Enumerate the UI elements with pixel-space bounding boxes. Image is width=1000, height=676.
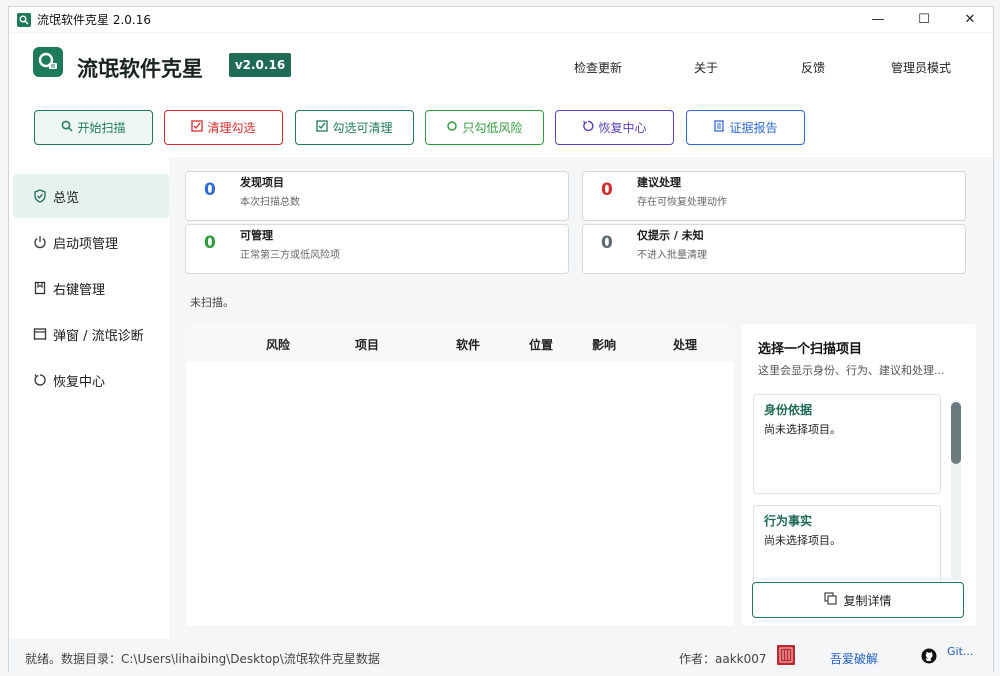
- detail-section-title: 行为事实: [764, 514, 813, 528]
- checkbox-icon: [316, 120, 329, 135]
- circle-icon: [446, 120, 458, 135]
- sidebar-item-label: 弹窗 / 流氓诊断: [53, 328, 144, 344]
- clean-checked-label: 清理勾选: [207, 121, 256, 135]
- detail-section-text: 尚未选择项目。: [764, 534, 841, 547]
- scrollbar-thumb[interactable]: [951, 402, 961, 464]
- stat-card-found: 0 发现项目 本次扫描总数: [185, 171, 569, 221]
- detail-scrollbar[interactable]: [951, 400, 961, 580]
- detail-section-text: 尚未选择项目。: [764, 423, 841, 436]
- toolbar: 开始扫描 清理勾选 勾选可清理 只勾低风险 恢复中心 证据报告: [9, 99, 993, 157]
- stat-title: 仅提示 / 未知: [637, 229, 704, 242]
- check-low-risk-button[interactable]: 只勾低风险: [425, 110, 544, 145]
- table-header: 风险 项目 软件 位置 影响 处理: [186, 324, 734, 362]
- results-table[interactable]: 风险 项目 软件 位置 影响 处理: [186, 324, 734, 626]
- version-badge: v2.0.16: [229, 53, 291, 77]
- sidebar: 总览 启动项管理 右键管理 弹窗 / 流氓诊断 恢复中心: [9, 157, 169, 639]
- github-icon[interactable]: [921, 648, 937, 667]
- about-link[interactable]: 关于: [694, 59, 718, 76]
- sidebar-item-context-menu[interactable]: 右键管理: [13, 266, 169, 310]
- search-icon: [61, 120, 74, 135]
- detail-section-identity: 身份依据 尚未选择项目。: [753, 394, 941, 494]
- sidebar-item-restore-center[interactable]: 恢复中心: [13, 358, 169, 402]
- app-name: 流氓软件克星: [77, 57, 203, 81]
- detail-section-title: 身份依据: [764, 403, 813, 417]
- 52pojie-link[interactable]: 吾爱破解: [830, 650, 878, 667]
- stat-value: 0: [601, 233, 613, 253]
- scan-status: 未扫描。: [190, 296, 234, 309]
- check-cleanable-label: 勾选可清理: [332, 121, 393, 135]
- stat-value: 0: [204, 180, 216, 200]
- sidebar-item-label: 恢复中心: [53, 374, 106, 390]
- sidebar-item-popup-diagnosis[interactable]: 弹窗 / 流氓诊断: [13, 312, 169, 356]
- maximize-button[interactable]: ☐: [901, 7, 947, 32]
- stat-card-manageable: 0 可管理 正常第三方或低风险项: [185, 224, 569, 274]
- stat-title: 发现项目: [240, 176, 284, 189]
- stat-subtitle: 本次扫描总数: [240, 197, 300, 208]
- column-header-item[interactable]: 项目: [355, 336, 379, 353]
- start-scan-label: 开始扫描: [77, 121, 126, 135]
- app-small-icon: [17, 12, 31, 27]
- sidebar-item-label: 总览: [53, 190, 80, 206]
- sidebar-item-label: 启动项管理: [53, 236, 119, 252]
- restore-center-button[interactable]: 恢复中心: [555, 110, 674, 145]
- bookmark-icon: [33, 281, 47, 295]
- evidence-report-button[interactable]: 证据报告: [686, 110, 805, 145]
- column-header-action[interactable]: 处理: [673, 336, 697, 353]
- sidebar-item-overview[interactable]: 总览: [13, 174, 169, 218]
- stat-value: 0: [601, 180, 613, 200]
- stat-subtitle: 存在可恢复处理动作: [637, 197, 727, 208]
- app-logo-icon: [33, 47, 63, 77]
- check-low-risk-label: 只勾低风险: [462, 121, 523, 135]
- stat-subtitle: 正常第三方或低风险项: [240, 250, 340, 261]
- column-header-software[interactable]: 软件: [456, 336, 480, 353]
- sidebar-item-label: 右键管理: [53, 282, 106, 298]
- stat-value: 0: [204, 233, 216, 253]
- copy-details-label: 复制详情: [843, 593, 892, 608]
- detail-subtitle: 这里会显示身份、行为、建议和处理...: [758, 364, 945, 377]
- author-seal-icon: [777, 645, 795, 665]
- feedback-link[interactable]: 反馈: [801, 59, 825, 76]
- detail-panel: 选择一个扫描项目 这里会显示身份、行为、建议和处理... 身份依据 尚未选择项目…: [742, 324, 976, 626]
- power-icon: [33, 235, 47, 249]
- clean-checked-button[interactable]: 清理勾选: [164, 110, 283, 145]
- column-header-risk[interactable]: 风险: [266, 336, 290, 353]
- window-title: 流氓软件克星 2.0.16: [37, 13, 151, 27]
- github-link[interactable]: Git...: [947, 645, 973, 658]
- author-text: 作者：aakk007: [679, 652, 767, 666]
- app-header: 流氓软件克星 v2.0.16 检查更新 关于 反馈 管理员模式: [9, 33, 993, 99]
- app-window: 流氓软件克星 2.0.16 — ☐ ✕ 流氓软件克星 v2.0.16 检查更新 …: [8, 6, 994, 672]
- copy-icon: [824, 592, 838, 608]
- copy-details-button[interactable]: 复制详情: [752, 582, 964, 618]
- stat-subtitle: 不进入批量清理: [637, 250, 707, 261]
- window-icon: [33, 327, 47, 341]
- minimize-button[interactable]: —: [855, 7, 901, 32]
- admin-mode-link[interactable]: 管理员模式: [891, 59, 951, 76]
- title-bar: 流氓软件克星 2.0.16 — ☐ ✕: [9, 7, 993, 32]
- shield-check-icon: [33, 189, 47, 203]
- stat-title: 可管理: [240, 229, 273, 242]
- close-button[interactable]: ✕: [947, 7, 993, 32]
- stat-card-info-only: 0 仅提示 / 未知 不进入批量清理: [582, 224, 966, 274]
- evidence-report-label: 证据报告: [729, 121, 778, 135]
- stat-card-suggested: 0 建议处理 存在可恢复处理动作: [582, 171, 966, 221]
- column-header-impact[interactable]: 影响: [592, 336, 616, 353]
- detail-section-behavior: 行为事实 尚未选择项目。: [753, 505, 941, 581]
- detail-title: 选择一个扫描项目: [758, 342, 863, 357]
- restore-center-label: 恢复中心: [598, 121, 647, 135]
- status-bar-text: 就绪。数据目录：C:\Users\lihaibing\Desktop\流氓软件克…: [25, 652, 380, 666]
- restore-icon: [582, 120, 594, 135]
- status-bar: 就绪。数据目录：C:\Users\lihaibing\Desktop\流氓软件克…: [9, 641, 993, 672]
- checkbox-icon: [191, 120, 204, 135]
- restore-icon: [33, 373, 47, 387]
- stat-title: 建议处理: [637, 176, 681, 189]
- start-scan-button[interactable]: 开始扫描: [34, 110, 153, 145]
- column-header-location[interactable]: 位置: [529, 336, 553, 353]
- check-update-link[interactable]: 检查更新: [574, 59, 622, 76]
- sidebar-item-startup[interactable]: 启动项管理: [13, 220, 169, 264]
- document-icon: [713, 120, 725, 135]
- check-cleanable-button[interactable]: 勾选可清理: [295, 110, 414, 145]
